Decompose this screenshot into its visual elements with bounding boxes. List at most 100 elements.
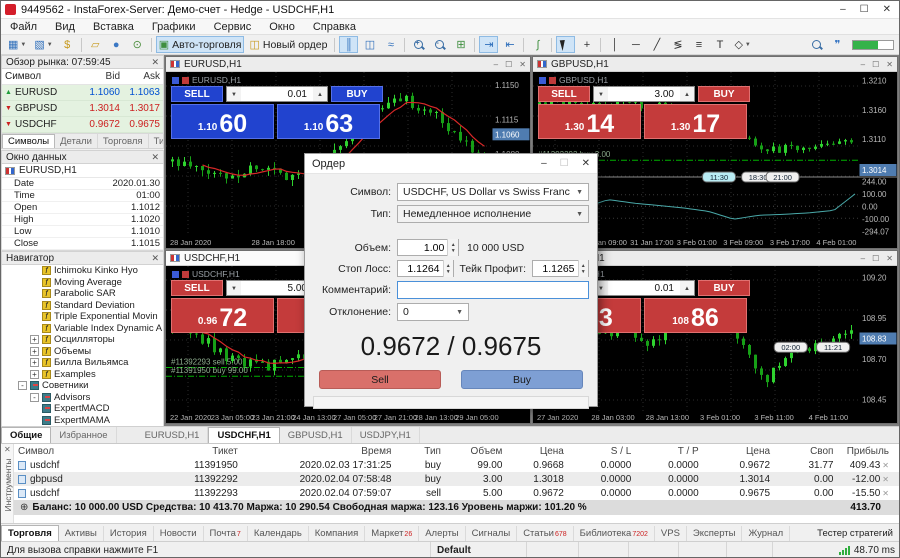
volume-down-icon[interactable]: ▼ <box>227 281 241 295</box>
volume-down-icon[interactable]: ▼ <box>227 87 241 101</box>
expand-icon[interactable]: + <box>30 370 39 379</box>
toolbox-tab-Эксперты[interactable]: Эксперты <box>687 526 743 541</box>
toolbox-tab-Библиотека[interactable]: Библиотека7202 <box>574 526 655 541</box>
new-chart-button[interactable]: ▦▼ <box>5 36 29 53</box>
chart-tab-USDJPY,H1[interactable]: USDJPY,H1 <box>352 427 420 443</box>
auto-scroll-button[interactable]: ⇤ <box>500 36 519 53</box>
collapse-icon[interactable]: - <box>30 393 39 402</box>
payments-button[interactable]: ▱ <box>86 36 105 53</box>
vline-button[interactable]: │ <box>605 36 624 53</box>
volume-up-icon[interactable]: ▲ <box>313 87 327 101</box>
zoom-in-button[interactable]: + <box>409 36 428 53</box>
market-watch-tab-Тики[interactable]: Тики <box>149 134 164 148</box>
search-button[interactable] <box>807 36 826 53</box>
data-window-close-icon[interactable]: ✕ <box>151 152 159 163</box>
deposit-button[interactable]: $ <box>58 36 77 53</box>
chart-maximize-button[interactable]: ☐ <box>872 60 879 69</box>
navigator-item[interactable]: +fБилла Вильямса <box>2 357 163 369</box>
toolbox-tab-Маркет[interactable]: Маркет26 <box>365 526 419 541</box>
navigator-item[interactable]: +fОсцилляторы <box>2 334 163 346</box>
chart-line-button[interactable]: ≈ <box>381 36 400 53</box>
chart-tab-USDCHF,H1[interactable]: USDCHF,H1 <box>208 427 279 443</box>
close-position-icon[interactable]: ✕ <box>882 461 889 470</box>
toolbox-tab-Почта[interactable]: Почта7 <box>204 526 248 541</box>
buy-price[interactable]: 10886 <box>644 298 747 333</box>
stop-loss-field[interactable] <box>398 262 443 276</box>
chart-minimize-button[interactable]: – <box>861 254 865 263</box>
volume-stepper[interactable]: ▼0.01▲ <box>593 280 695 296</box>
toolbox-tab-Новости[interactable]: Новости <box>154 526 204 541</box>
community-button[interactable]: ● <box>107 36 126 53</box>
comment-input[interactable] <box>397 281 589 299</box>
buy-price[interactable]: 1.1063 <box>277 104 380 139</box>
toolbox-tab-Компания[interactable]: Компания <box>309 526 365 541</box>
chart-tab-EURUSD,H1[interactable]: EURUSD,H1 <box>137 427 209 443</box>
toolbox-tab-Сигналы[interactable]: Сигналы <box>466 526 518 541</box>
chart-close-button[interactable]: ✕ <box>519 60 526 69</box>
market-watch-row-USDCHF[interactable]: ▼USDCHF0.96720.9675 <box>2 117 163 133</box>
volume-down-icon[interactable]: ▼ <box>594 87 608 101</box>
market-watch-row-EURUSD[interactable]: ▲EURUSD1.10601.1063 <box>2 85 163 101</box>
buy-price[interactable]: 1.3017 <box>644 104 747 139</box>
navigator-item[interactable]: fIchimoku Kinko Hyo <box>2 265 163 277</box>
toolbox-tab-Торговля[interactable]: Торговля <box>1 525 59 541</box>
new-order-button[interactable]: ◫Новый ордер <box>246 36 330 53</box>
sell-button[interactable]: Sell <box>319 370 441 389</box>
autotrade-button[interactable]: ▣Авто-торговля <box>156 36 245 53</box>
trendline-button[interactable]: ╱ <box>647 36 666 53</box>
toolbox-tab-Статьи[interactable]: Статьи678 <box>517 526 573 541</box>
volume-stepper[interactable]: ▼3.00▲ <box>593 86 695 102</box>
chart-maximize-button[interactable]: ☐ <box>505 60 512 69</box>
stop-loss-input[interactable]: ▲▼ <box>397 260 454 277</box>
buy-button[interactable]: BUY <box>331 86 383 102</box>
menu-item-Окно[interactable]: Окно <box>260 19 304 34</box>
toolbox-tab-Журнал[interactable]: Журнал <box>742 526 790 541</box>
navigator-tab-Избранное[interactable]: Избранное <box>51 427 116 443</box>
navigator-item[interactable]: +fОбъемы <box>2 346 163 358</box>
sell-price[interactable]: 1.3014 <box>538 104 641 139</box>
toolbox-tab-Алерты[interactable]: Алерты <box>419 526 465 541</box>
sell-button[interactable]: SELL <box>171 280 223 296</box>
buy-button[interactable]: BUY <box>698 280 750 296</box>
chart-minimize-button[interactable]: – <box>861 60 865 69</box>
navigator-item[interactable]: ExpertMACD <box>2 403 163 415</box>
collapse-icon[interactable]: - <box>18 381 27 390</box>
strategy-tester-link[interactable]: Тестер стратегий <box>809 526 900 541</box>
signals-button[interactable]: ⊙ <box>128 36 147 53</box>
market-watch-tab-Символы[interactable]: Символы <box>2 134 55 148</box>
deviation-select[interactable]: 0▼ <box>397 303 469 321</box>
chart-close-button[interactable]: ✕ <box>886 60 893 69</box>
text-tool-button[interactable]: T <box>710 36 729 53</box>
toolbox-tab-VPS[interactable]: VPS <box>655 526 687 541</box>
navigator-item[interactable]: -Советники <box>2 380 163 392</box>
position-row-11391950[interactable]: usdchf113919502020.02.03 17:31:25buy99.0… <box>14 458 900 472</box>
market-watch-tab-Торговля[interactable]: Торговля <box>98 134 149 148</box>
menu-item-Справка[interactable]: Справка <box>304 19 365 34</box>
menu-item-Вид[interactable]: Вид <box>46 19 84 34</box>
market-watch-close-icon[interactable]: ✕ <box>151 57 159 68</box>
dialog-minimize-button[interactable]: – <box>541 158 547 169</box>
navigator-item[interactable]: fVariable Index Dynamic A <box>2 323 163 335</box>
navigator-item[interactable]: fStandard Deviation <box>2 300 163 312</box>
zoom-out-button[interactable]: - <box>430 36 449 53</box>
chart-tab-GBPUSD,H1[interactable]: GBPUSD,H1 <box>280 427 352 443</box>
volume-stepper[interactable]: ▼0.01▲ <box>226 86 328 102</box>
symbol-select[interactable]: USDCHF, US Dollar vs Swiss Franc▼ <box>397 183 589 201</box>
tile-windows-button[interactable]: ⊞ <box>451 36 470 53</box>
cursor-button[interactable] <box>556 36 575 53</box>
profiles-button[interactable]: ▧▼ <box>31 36 55 53</box>
status-profile[interactable]: Default <box>431 542 527 558</box>
chat-button[interactable]: ❞ <box>828 36 847 53</box>
position-row-11392293[interactable]: usdchf113922932020.02.04 07:59:07sell5.0… <box>14 486 900 500</box>
hline-button[interactable]: ─ <box>626 36 645 53</box>
take-profit-field[interactable] <box>533 262 578 276</box>
menu-item-Файл[interactable]: Файл <box>1 19 46 34</box>
navigator-close-icon[interactable]: ✕ <box>151 253 159 264</box>
crosshair-button[interactable]: + <box>577 36 596 53</box>
toolbox-tab-История[interactable]: История <box>104 526 154 541</box>
navigator-item[interactable]: fTriple Exponential Movin <box>2 311 163 323</box>
channel-button[interactable]: ≡ <box>689 36 708 53</box>
maximize-button[interactable]: ☐ <box>860 4 869 15</box>
toolbox-tab-Календарь[interactable]: Календарь <box>248 526 309 541</box>
order-dialog-titlebar[interactable]: Ордер – ☐ ✕ <box>305 154 597 174</box>
